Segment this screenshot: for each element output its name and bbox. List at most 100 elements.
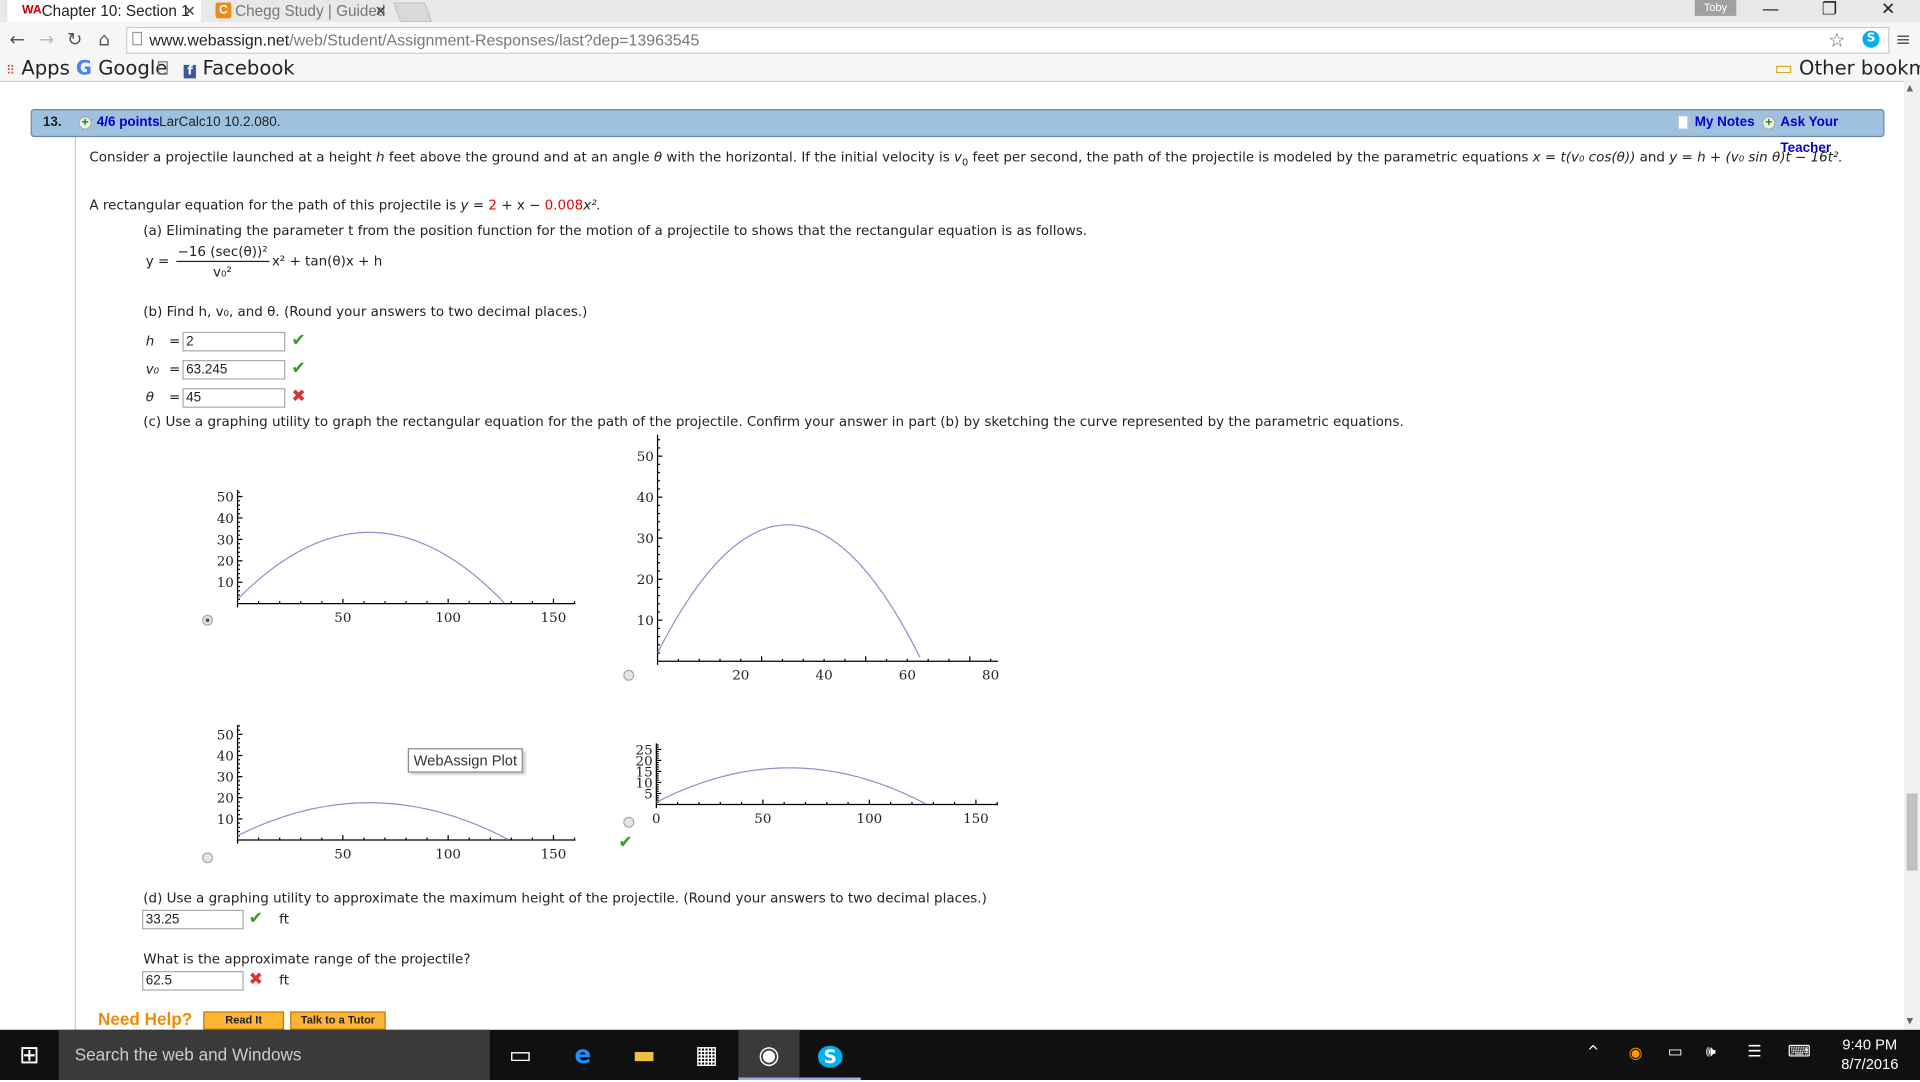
store-icon[interactable]: ▦ [676,1030,737,1080]
user-profile-badge[interactable]: Toby [1694,0,1737,16]
bookmark-facebook[interactable]: f Facebook [183,58,295,82]
y-tick-label: 20 [637,573,654,588]
expand-plus-icon[interactable]: + [78,116,92,130]
y-tick-label: 20 [636,754,653,769]
trajectory-curve [657,524,921,658]
notifications-icon[interactable]: ☰ [1747,1043,1761,1061]
y-tick-label: 5 [644,787,653,802]
equals-sign: = [168,333,181,349]
volume-icon[interactable]: 🕪 [1706,1043,1716,1061]
restore-button[interactable]: ❐ [1805,0,1854,22]
question-intro: Consider a projectile launched at a heig… [89,149,1843,168]
part-c-text: (c) Use a graphing utility to graph the … [143,413,1404,430]
plot-tooltip: WebAssign Plot [407,748,523,773]
x-tick-label: 20 [732,669,749,684]
y-tick-label: 10 [217,576,234,591]
close-tab-icon[interactable]: ✕ [375,0,387,22]
battery-icon[interactable]: ▭ [1668,1043,1683,1061]
skype-extension-icon[interactable]: S [1862,30,1880,48]
x-tick-label: 80 [982,669,999,684]
scroll-up-arrow[interactable]: ▲ [1907,83,1914,93]
question-header: 13. + 4/6 points LarCalc10 10.2.080. My … [30,108,1885,156]
answer-label: h [145,333,155,349]
y-tick-label: 40 [217,749,234,764]
correct-check-icon: ✔ [291,330,306,351]
edge-icon[interactable]: e [552,1030,613,1080]
close-window-button[interactable]: ✕ [1864,0,1913,22]
ask-teacher-plus-icon: + [1762,116,1776,130]
part-d-text: (d) Use a graphing utility to approximat… [143,890,987,907]
range-unit: ft [279,972,289,989]
answer-input-2[interactable]: 45 [182,388,286,408]
show-hidden-icons[interactable]: ^ [1587,1043,1599,1060]
bookmark-star-icon[interactable]: ☆ [1828,28,1846,51]
x-tick-label: 100 [435,847,461,862]
my-notes-link[interactable]: My Notes [1695,110,1755,136]
bookmark-label: Other bookmarks [1799,56,1920,80]
file-explorer-icon[interactable]: ▬ [613,1030,674,1080]
minimize-button[interactable]: — [1746,0,1795,22]
x-tick-label: 50 [334,847,351,862]
page-bookmark-icon[interactable] [157,61,168,75]
max-height-input[interactable]: 33.25 [142,909,244,930]
scrollbar-thumb[interactable] [1906,793,1918,871]
tab-chegg[interactable]: C Chegg Study | Guided ✕ [201,0,392,22]
forward-icon[interactable]: → [34,27,58,51]
windows-start-icon[interactable]: ⊞ [0,1030,59,1080]
task-view-icon[interactable]: ▭ [490,1030,551,1080]
close-tab-icon[interactable]: ✕ [184,0,196,22]
answer-label: v₀ [145,361,160,378]
bookmark-apps[interactable]: ⠿ Apps [6,58,70,82]
correct-check-icon: ✔ [618,832,633,853]
y-tick-label: 10 [217,813,234,828]
y-tick-label: 50 [217,490,234,505]
read-it-button[interactable]: Read It [203,1011,285,1030]
formula-denominator: v₀² [213,264,232,281]
apps-grid-icon: ⠿ [6,64,16,79]
answer-label: θ [145,389,154,406]
tab-webassign[interactable]: WA Chapter 10: Section 1 ✕ [7,0,201,23]
y-tick-label: 10 [637,614,654,629]
plot-option-radio-4[interactable] [623,816,635,828]
keyboard-icon[interactable]: ⌨ [1788,1043,1811,1061]
talk-to-tutor-button[interactable]: Talk to a Tutor [290,1011,386,1030]
y-tick-label: 30 [217,771,234,786]
bookmark-google[interactable]: G Google [76,58,167,79]
given-height-value: 2 [488,197,497,214]
need-help-label: Need Help? [97,1008,193,1029]
y-tick-label: 10 [636,776,653,791]
y-tick-label: 50 [637,450,654,465]
menu-icon[interactable]: ≡ [1896,28,1911,50]
plot-option-radio-1[interactable] [202,614,214,626]
home-icon[interactable]: ⌂ [92,27,116,51]
chrome-icon[interactable]: ◉ [738,1029,800,1081]
new-tab-button[interactable] [393,2,433,23]
answer-input-0[interactable]: 2 [182,331,286,352]
scroll-down-arrow[interactable]: ▼ [1907,1016,1914,1026]
y-tick-label: 20 [217,555,234,570]
webassign-icon: WA [22,3,42,18]
other-bookmarks[interactable]: ▭ Other bookmarks [1774,56,1920,80]
back-icon[interactable]: ← [5,27,29,51]
answer-input-1[interactable]: 63.245 [182,360,286,380]
x-tick-label: 100 [857,812,883,827]
taskbar-search-input[interactable]: Search the web and Windows [58,1029,490,1081]
address-bar[interactable]: www.webassign.net/web/Student/Assignment… [126,26,1890,54]
reload-icon[interactable]: ↻ [62,27,86,51]
points-link[interactable]: 4/6 points [97,110,160,136]
notes-icon [1677,115,1689,130]
trajectory-curve [237,802,509,841]
plot-option-radio-2[interactable] [623,669,635,681]
clock[interactable]: 9:40 PM 8/7/2016 [1822,1035,1918,1074]
y-tick-label: 50 [217,728,234,743]
y-tick-label: 30 [217,533,234,548]
plot-option-radio-3[interactable] [202,852,214,864]
question-border [74,137,76,1030]
chrome-tray-icon[interactable]: ◉ [1629,1044,1643,1062]
x-tick-label: 50 [334,611,351,626]
page-scrollbar[interactable] [1904,80,1920,1030]
skype-icon[interactable]: S [799,1030,861,1081]
range-input[interactable]: 62.5 [142,971,244,991]
folder-icon: ▭ [1774,56,1793,80]
url-path: /web/Student/Assignment-Responses/last?d… [289,30,700,49]
